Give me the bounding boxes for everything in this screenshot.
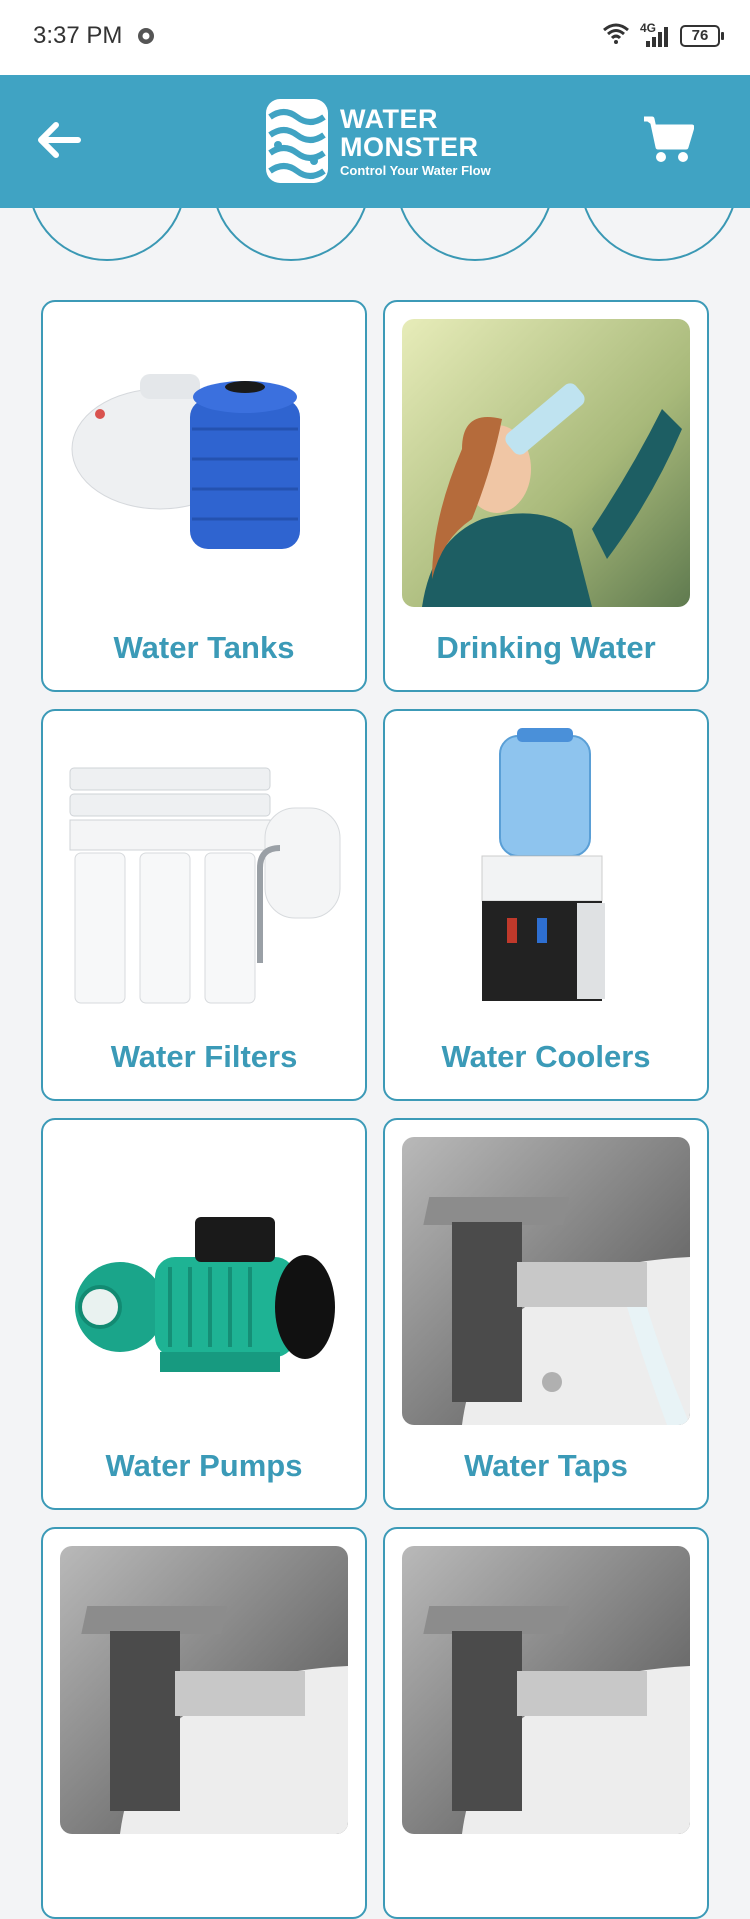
water-pumps-image	[60, 1137, 348, 1425]
category-label: Water Coolers	[441, 1039, 651, 1074]
category-label: Water Pumps	[105, 1448, 303, 1483]
logo-title-line1: WATER	[340, 103, 438, 134]
category-circles-strip[interactable]	[0, 208, 750, 268]
arrow-left-icon	[38, 122, 81, 158]
category-label: Water Tanks	[113, 630, 295, 665]
logo-wave-icon	[266, 99, 328, 183]
water-taps-image	[402, 1137, 690, 1425]
water-coolers-image	[402, 728, 690, 1016]
category-label: Water Filters	[110, 1039, 298, 1074]
drinking-water-image	[402, 319, 690, 607]
status-time: 3:37 PM	[33, 22, 123, 49]
water-filters-image	[60, 728, 348, 1016]
category-label: Water Taps	[464, 1448, 628, 1483]
category-circle[interactable]	[396, 208, 554, 261]
cellular-signal-icon: 4G	[640, 21, 670, 49]
app-header: WATER MONSTER Control Your Water Flow	[0, 75, 750, 208]
logo-tagline: Control Your Water Flow	[340, 162, 491, 178]
app-logo[interactable]: WATER MONSTER Control Your Water Flow	[266, 97, 491, 185]
faucet-image	[402, 1546, 690, 1834]
category-card[interactable]	[383, 1527, 709, 1919]
logo-title-line2: MONSTER	[340, 131, 479, 162]
faucet-image	[60, 1546, 348, 1834]
cart-button[interactable]	[642, 115, 695, 165]
wifi-icon	[602, 22, 630, 49]
status-bar: 3:37 PM 4G 76	[0, 0, 750, 75]
back-button[interactable]	[34, 115, 84, 165]
battery-indicator: 76	[680, 24, 724, 47]
category-card[interactable]	[41, 1527, 367, 1919]
category-circle[interactable]	[212, 208, 370, 261]
status-icons: 4G 76	[602, 21, 724, 49]
chrome-icon	[136, 26, 156, 51]
category-card-water-taps[interactable]: Water Taps	[383, 1118, 709, 1510]
category-circle[interactable]	[28, 208, 186, 261]
category-circle[interactable]	[580, 208, 738, 261]
category-label: Drinking Water	[436, 630, 656, 665]
category-card-water-filters[interactable]: Water Filters	[41, 709, 367, 1101]
category-card-water-pumps[interactable]: Water Pumps	[41, 1118, 367, 1510]
water-tanks-image	[60, 319, 348, 607]
category-card-drinking-water[interactable]: Drinking Water	[383, 300, 709, 692]
category-card-water-coolers[interactable]: Water Coolers	[383, 709, 709, 1101]
category-card-water-tanks[interactable]: Water Tanks	[41, 300, 367, 692]
shopping-cart-icon	[644, 116, 695, 162]
